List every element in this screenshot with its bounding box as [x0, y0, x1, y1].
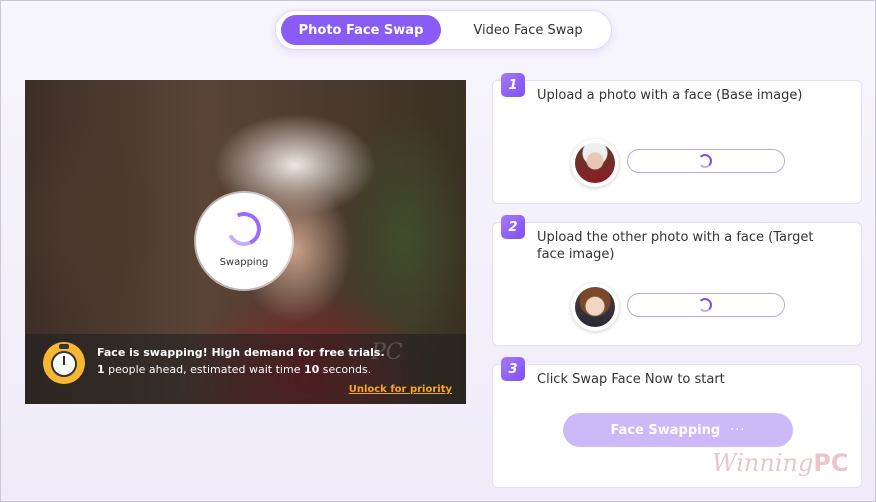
people-ahead-count: 1: [97, 363, 105, 376]
preview-image: Swapping PC Face is swapping! High deman…: [25, 80, 466, 404]
watermark-script: Winning: [712, 449, 814, 477]
step-3-text: Click Swap Face Now to start: [537, 372, 725, 387]
step-card-1: 1 Upload a photo with a face (Base image…: [492, 73, 862, 204]
step-badge-3: 3: [501, 357, 525, 381]
face-swapping-label: Face Swapping: [610, 422, 721, 438]
wait-time-value: 10: [303, 363, 320, 376]
mode-tabs: Photo Face Swap Video Face Swap: [275, 10, 612, 50]
loading-spinner-icon: [698, 298, 712, 312]
people-ahead-text: people ahead, estimated wait time: [104, 363, 304, 376]
ellipsis-icon: ···: [730, 422, 746, 438]
target-face-upload-progress: [627, 293, 785, 317]
queue-headline: Face is swapping! High demand for free t…: [97, 346, 385, 359]
base-image-upload-progress: [627, 149, 785, 173]
base-image-thumbnail[interactable]: [571, 139, 619, 187]
swapping-label: Swapping: [219, 257, 269, 268]
queue-detail: 1 people ahead, estimated wait time 10 s…: [97, 363, 371, 376]
step-1-text: Upload a photo with a face (Base image): [537, 88, 803, 103]
watermark-bold: PC: [813, 449, 849, 477]
tab-video-face-swap[interactable]: Video Face Swap: [448, 15, 608, 45]
target-face-thumbnail[interactable]: [571, 283, 619, 331]
unlock-priority-link[interactable]: Unlock for priority: [349, 384, 452, 395]
step-2-text: Upload the other photo with a face (Targ…: [537, 230, 814, 262]
queue-banner: Face is swapping! High demand for free t…: [25, 334, 466, 404]
tab-photo-face-swap[interactable]: Photo Face Swap: [281, 15, 441, 45]
step-badge-2: 2: [501, 215, 525, 239]
face-swapping-button[interactable]: Face Swapping ···: [563, 413, 793, 447]
watermark-logo: WinningPC: [712, 449, 849, 477]
loading-spinner-icon: [698, 154, 712, 168]
step-card-2: 2 Upload the other photo with a face (Ta…: [492, 215, 862, 346]
wait-time-unit: seconds.: [319, 363, 372, 376]
stopwatch-icon: [43, 342, 85, 384]
loading-spinner-icon: [222, 207, 266, 251]
swapping-indicator: Swapping: [196, 193, 292, 289]
step-badge-1: 1: [501, 73, 525, 97]
